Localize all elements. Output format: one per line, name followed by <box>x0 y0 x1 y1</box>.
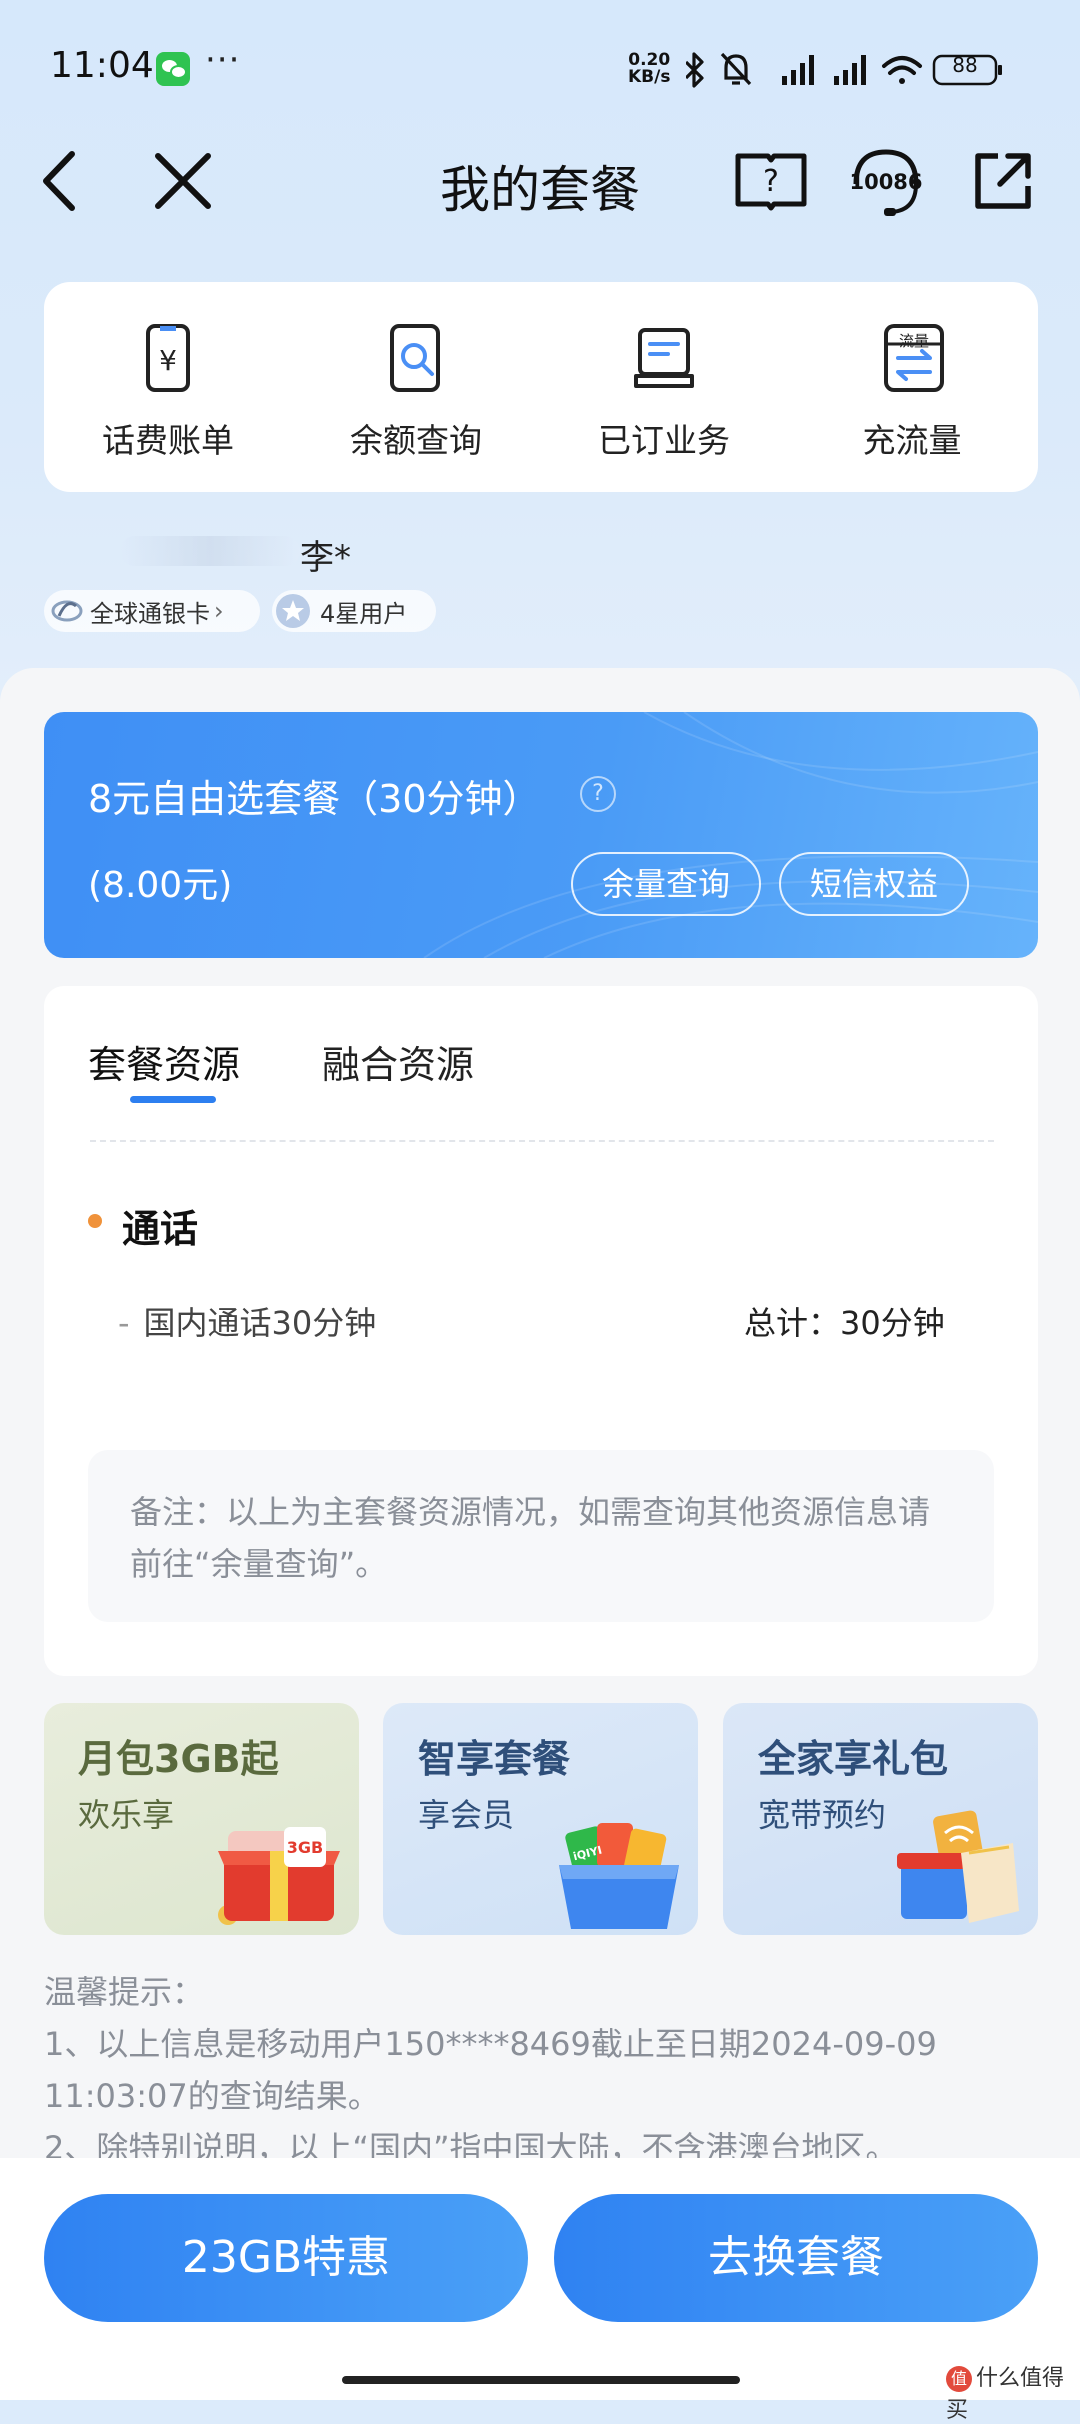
quick-item-label: 话费账单 <box>102 421 234 460</box>
resource-line-prefix: - <box>118 1304 130 1342</box>
star-badge-icon <box>276 594 310 628</box>
tips-line-1: 1、以上信息是移动用户150****8469截止至日期2024-09-09 11… <box>44 2025 937 2115</box>
quick-menu: ¥ 话费账单 余额查询 已订业务 流量 充流量 <box>44 282 1038 492</box>
svg-text:?: ? <box>763 164 779 199</box>
sms-benefits-button[interactable]: 短信权益 <box>779 852 969 916</box>
globe-card-icon <box>51 600 83 622</box>
balance-search-icon <box>390 324 440 392</box>
service-number-label: 10086 <box>849 170 923 194</box>
user-level-label: 4星用户 <box>320 599 408 628</box>
promo-title: 智享套餐 <box>418 1737 571 1781</box>
status-more-dots: ··· <box>205 40 241 80</box>
active-tab-indicator <box>130 1096 216 1103</box>
plan-name: 8元自由选套餐（30分钟） <box>88 777 541 821</box>
watermark-logo: 值 <box>946 2366 972 2392</box>
quick-item-data-recharge[interactable]: 流量 充流量 <box>788 282 1036 492</box>
subscribed-icon <box>634 328 694 388</box>
battery-level: 88 <box>952 53 978 77</box>
watermark: 值什么值得买 <box>946 2360 1080 2424</box>
promo-subtitle: 宽带预约 <box>758 1796 887 1834</box>
plan-card <box>44 712 1038 958</box>
plan-card-wave-decoration <box>423 712 1038 958</box>
mute-icon <box>720 52 752 86</box>
signal-1-icon <box>782 55 814 85</box>
network-speed-unit: KB/s <box>628 67 671 87</box>
tab-plan-resources[interactable]: 套餐资源 <box>88 1034 240 1089</box>
tips-heading: 温馨提示： <box>44 1973 205 2011</box>
promo-subtitle: 欢乐享 <box>78 1796 175 1834</box>
quick-item-balance[interactable]: 余额查询 <box>292 282 540 492</box>
tab-fusion-resources[interactable]: 融合资源 <box>322 1034 474 1089</box>
resource-line-label: 国内通话30分钟 <box>143 1304 377 1342</box>
note-text: 备注：以上为主套餐资源情况，如需查询其他资源信息请前往“余量查询”。 <box>130 1493 931 1583</box>
resource-line-item: - 国内通话30分钟 <box>118 1298 376 1344</box>
user-name: 李* <box>300 538 351 578</box>
help-book-icon[interactable]: ? <box>734 150 808 214</box>
card-type-label: 全球通银卡 <box>90 599 210 628</box>
quick-item-label: 余额查询 <box>350 421 482 460</box>
quick-item-label: 充流量 <box>862 421 962 460</box>
card-type-badge[interactable]: 全球通银卡 › <box>44 590 260 632</box>
bluetooth-icon <box>686 52 704 88</box>
change-plan-button[interactable]: 去换套餐 <box>554 2194 1038 2322</box>
chevron-right-icon: › <box>214 597 224 625</box>
data-recharge-badge: 流量 <box>898 332 929 350</box>
status-time: 11:04 <box>50 45 154 86</box>
tips-section: 温馨提示： 1、以上信息是移动用户150****8469截止至日期2024-09… <box>44 1966 1034 2174</box>
svg-text:¥: ¥ <box>159 344 177 377</box>
plan-help-icon[interactable]: ? <box>580 776 616 812</box>
promo-title: 全家享礼包 <box>758 1737 949 1781</box>
plan-price: (8.00元) <box>88 865 233 906</box>
section-title-calls: 通话 <box>122 1207 199 1251</box>
promo-title: 月包3GB起 <box>78 1737 279 1781</box>
quick-item-bill[interactable]: ¥ 话费账单 <box>44 282 292 492</box>
quick-item-label: 已订业务 <box>598 421 730 460</box>
resource-line-total: 总计：30分钟 <box>744 1304 945 1342</box>
home-indicator[interactable] <box>342 2376 740 2384</box>
wechat-icon <box>156 52 190 86</box>
promo-data-tag: 3GB <box>287 1838 323 1857</box>
bill-icon: ¥ <box>146 324 190 392</box>
network-speed: 0.20 KB/s <box>628 52 670 86</box>
signal-2-icon <box>834 55 866 85</box>
share-icon[interactable] <box>972 150 1034 212</box>
user-level-badge: 4星用户 <box>272 590 436 632</box>
promo-subtitle: 享会员 <box>418 1796 515 1834</box>
balance-query-button[interactable]: 余量查询 <box>571 852 761 916</box>
dashed-divider <box>90 1140 994 1142</box>
wifi-icon <box>882 56 922 84</box>
masked-phone-number <box>120 536 300 566</box>
quick-item-subscribed[interactable]: 已订业务 <box>540 282 788 492</box>
data-offer-button[interactable]: 23GB特惠 <box>44 2194 528 2322</box>
section-dot <box>88 1214 102 1228</box>
